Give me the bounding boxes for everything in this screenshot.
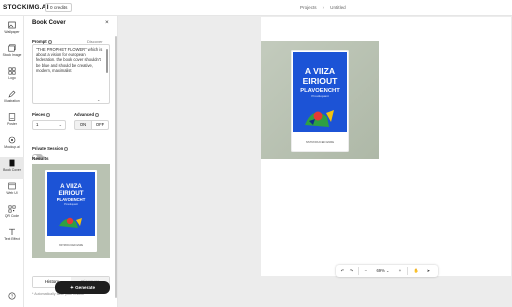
settings-panel: Book Cover × Prompt Discover "THE PROPHE… (24, 16, 118, 307)
zoom-out-button[interactable]: − (362, 266, 370, 276)
pieces-label-text: Pieces (32, 112, 46, 117)
rail-label: Wallpaper (4, 30, 20, 34)
zoom-level-value: 69% (376, 268, 385, 273)
advanced-label: Advanced (74, 112, 100, 117)
rail-item-qr-code[interactable]: QR Code (0, 203, 24, 225)
zoom-toolbar: ↶ ↷ − 69% ⌄ + ✋ ➤ (336, 265, 438, 277)
breadcrumb: Projects › Untitled (300, 5, 346, 10)
results-label: Results (32, 156, 49, 161)
rail-item-text-effect[interactable]: Text Effect (0, 226, 24, 248)
redo-icon[interactable]: ↷ (347, 266, 356, 276)
qr-code-icon (8, 205, 16, 213)
help-icon[interactable]: ? (8, 292, 16, 300)
toolbar-divider (358, 267, 359, 275)
cover-title-line2: EIRIOUT (303, 76, 339, 86)
advanced-label-text: Advanced (74, 112, 95, 117)
advanced-off-button[interactable]: OFF (91, 120, 109, 130)
undo-icon[interactable]: ↶ (338, 266, 347, 276)
thumb-title-line2: EIRIOUT (58, 190, 83, 197)
chevron-down-icon: ⌄ (58, 122, 62, 127)
toolbar-divider (407, 267, 408, 275)
pointer-icon[interactable]: ➤ (424, 266, 433, 276)
rail-label: Illustration (4, 99, 20, 103)
panel-title: Book Cover (32, 20, 66, 26)
rail-label: Web UI (6, 191, 18, 195)
cover-footer: NSTRODUCED ENRE (306, 140, 334, 144)
rail-item-mockup[interactable]: Mockup.ai (0, 134, 24, 156)
app-logo[interactable]: STOCKIMG.AI (3, 4, 49, 11)
thumb-title-line3: PLAVOENCHT (57, 197, 86, 202)
mockup-icon (8, 136, 16, 144)
rail-item-wallpaper[interactable]: Wallpaper (0, 19, 24, 41)
photo-stack-icon (8, 44, 16, 52)
chevron-down-icon[interactable]: ⌄ (97, 97, 100, 102)
breadcrumb-projects[interactable]: Projects (300, 5, 317, 10)
grid-icon (8, 67, 16, 75)
hand-icon[interactable]: ✋ (412, 266, 421, 276)
pieces-value: 1 (36, 122, 39, 127)
rail-item-stock-image[interactable]: Stock Image (0, 42, 24, 64)
pen-nib-icon (8, 90, 16, 98)
close-icon[interactable]: × (105, 19, 109, 26)
thumb-subtitle: Prouduquant (64, 203, 78, 206)
private-session-label: Private Session (32, 146, 69, 151)
rail-label: Poster (7, 122, 17, 126)
thumb-title-line1: A VIIZA (60, 183, 82, 190)
pieces-label: Pieces (32, 112, 51, 117)
prompt-text: "THE PROPHET FLOWER" which is about a vi… (36, 47, 103, 73)
canvas-area[interactable]: A VIIZA EIRIOUT PLAVOENCHT Prouduquant N… (120, 16, 512, 307)
rail-item-poster[interactable]: Poster (0, 111, 24, 133)
thumb-footer: NSTRODUCED ENRE (59, 244, 84, 247)
text-icon (9, 228, 15, 235)
zoom-level[interactable]: 69% ⌄ (372, 266, 394, 276)
book-cover-thumbnail: A VIIZA EIRIOUT PLAVOENCHT Prouduquant N… (32, 164, 110, 258)
breadcrumb-separator: › (322, 5, 325, 10)
rail-label: Text Effect (4, 237, 20, 241)
book-cover-image: A VIIZA EIRIOUT PLAVOENCHT Prouduquant N… (261, 41, 379, 159)
cover-title-line1: A VIIZA (305, 66, 335, 76)
info-icon[interactable] (95, 112, 100, 117)
generate-button[interactable]: ✦ Generate (55, 281, 110, 294)
panel-scrollbar[interactable] (115, 36, 117, 298)
breadcrumb-current[interactable]: Untitled (330, 5, 346, 10)
private-session-label-text: Private Session (32, 146, 64, 151)
tool-rail: Wallpaper Stock Image Logo Illustration … (0, 16, 24, 307)
prompt-scrollbar[interactable] (106, 49, 108, 73)
poster-icon (8, 113, 16, 121)
info-icon[interactable] (46, 112, 51, 117)
zoom-in-button[interactable]: + (396, 266, 404, 276)
rail-label: Logo (8, 76, 16, 80)
rail-item-logo[interactable]: Logo (0, 65, 24, 87)
pieces-select[interactable]: 1 ⌄ (32, 120, 66, 130)
result-thumbnail[interactable]: A VIIZA EIRIOUT PLAVOENCHT Prouduquant N… (32, 164, 110, 258)
generated-image[interactable]: A VIIZA EIRIOUT PLAVOENCHT Prouduquant N… (261, 41, 379, 159)
rail-label: Mockup.ai (4, 145, 20, 149)
prompt-textarea[interactable]: "THE PROPHET FLOWER" which is about a vi… (32, 44, 110, 104)
rail-label: QR Code (4, 214, 20, 218)
generate-label: Generate (75, 285, 96, 290)
rail-item-book-cover[interactable]: Book Cover (0, 157, 24, 179)
top-bar: STOCKIMG.AI 0 credits Projects › Untitled (0, 0, 512, 16)
cover-subtitle: Prouduquant (311, 94, 328, 98)
svg-text:?: ? (11, 294, 14, 299)
web-layout-icon (8, 182, 16, 190)
info-icon[interactable] (64, 146, 69, 151)
credits-badge[interactable]: 0 credits (45, 3, 73, 12)
book-icon (9, 159, 15, 167)
rail-item-illustration[interactable]: Illustration (0, 88, 24, 110)
image-icon (8, 21, 16, 29)
advanced-on-button[interactable]: ON (74, 120, 92, 130)
rail-item-web-ui[interactable]: Web UI (0, 180, 24, 202)
rail-label: Book Cover (3, 168, 21, 172)
rail-label: Stock Image (2, 53, 22, 57)
